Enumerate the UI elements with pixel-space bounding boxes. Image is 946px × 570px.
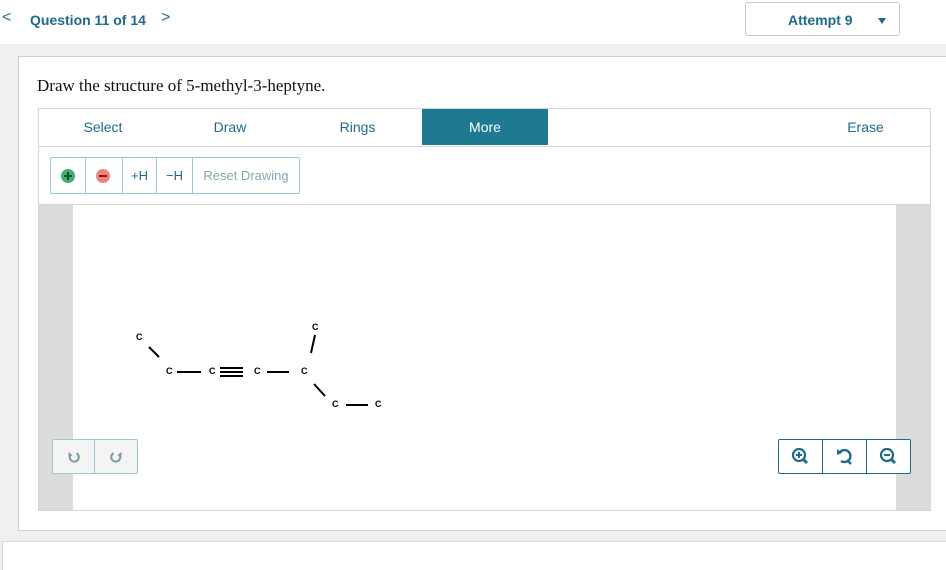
question-prompt: Draw the structure of 5-methyl-3-heptyne…	[37, 76, 326, 95]
undo-button[interactable]	[53, 440, 95, 473]
tab-erase[interactable]: Erase	[801, 109, 930, 145]
top-bar: < Question 11 of 14 > Attempt 9	[0, 0, 946, 44]
zoom-out-button[interactable]	[867, 440, 911, 473]
attempt-dropdown[interactable]: Attempt 9	[745, 2, 900, 36]
next-card	[2, 541, 946, 570]
atom-c6[interactable]: C	[332, 399, 339, 409]
zoom-in-button[interactable]	[779, 440, 823, 473]
zoom-out-icon	[879, 447, 897, 465]
remove-charge-button[interactable]	[86, 158, 123, 193]
atom-c1[interactable]: C	[136, 332, 143, 342]
previous-question-button[interactable]: <	[2, 9, 11, 27]
atom-c4[interactable]: C	[254, 366, 261, 376]
tool-row: +H −H Reset Drawing	[39, 147, 930, 205]
add-hydrogen-button[interactable]: +H	[123, 158, 157, 193]
tab-select[interactable]: Select	[39, 109, 167, 145]
atom-c7[interactable]: C	[375, 399, 382, 409]
tab-draw[interactable]: Draw	[167, 109, 293, 145]
remove-hydrogen-button[interactable]: −H	[157, 158, 193, 193]
reset-zoom-button[interactable]	[823, 440, 867, 473]
drawing-canvas[interactable]: C C C C C C C C	[39, 205, 930, 510]
undo-icon	[68, 451, 80, 463]
reset-drawing-button[interactable]: Reset Drawing	[193, 158, 299, 193]
question-counter: Question 11 of 14	[30, 12, 146, 28]
redo-button[interactable]	[95, 440, 137, 473]
reset-zoom-icon	[837, 448, 852, 465]
sketcher-tabs: Select Draw Rings More Erase	[39, 109, 930, 147]
tab-rings[interactable]: Rings	[293, 109, 422, 145]
caret-down-icon	[878, 18, 886, 24]
structure-sketcher: Select Draw Rings More Erase +H −H Reset…	[38, 108, 931, 511]
add-charge-button[interactable]	[51, 158, 86, 193]
atom-c2[interactable]: C	[166, 366, 173, 376]
attempt-label: Attempt 9	[788, 12, 853, 28]
zoom-controls	[778, 439, 911, 474]
minus-circle-icon	[96, 169, 110, 183]
redo-icon	[110, 451, 122, 463]
tool-group: +H −H Reset Drawing	[50, 157, 300, 194]
undo-redo-group	[52, 439, 138, 474]
atom-c5[interactable]: C	[301, 366, 308, 376]
atom-c-methyl[interactable]: C	[312, 322, 319, 332]
zoom-in-icon	[791, 447, 809, 465]
atom-c3[interactable]: C	[209, 366, 216, 376]
tab-more[interactable]: More	[422, 109, 548, 145]
next-question-button[interactable]: >	[161, 9, 170, 27]
plus-circle-icon	[61, 169, 75, 183]
